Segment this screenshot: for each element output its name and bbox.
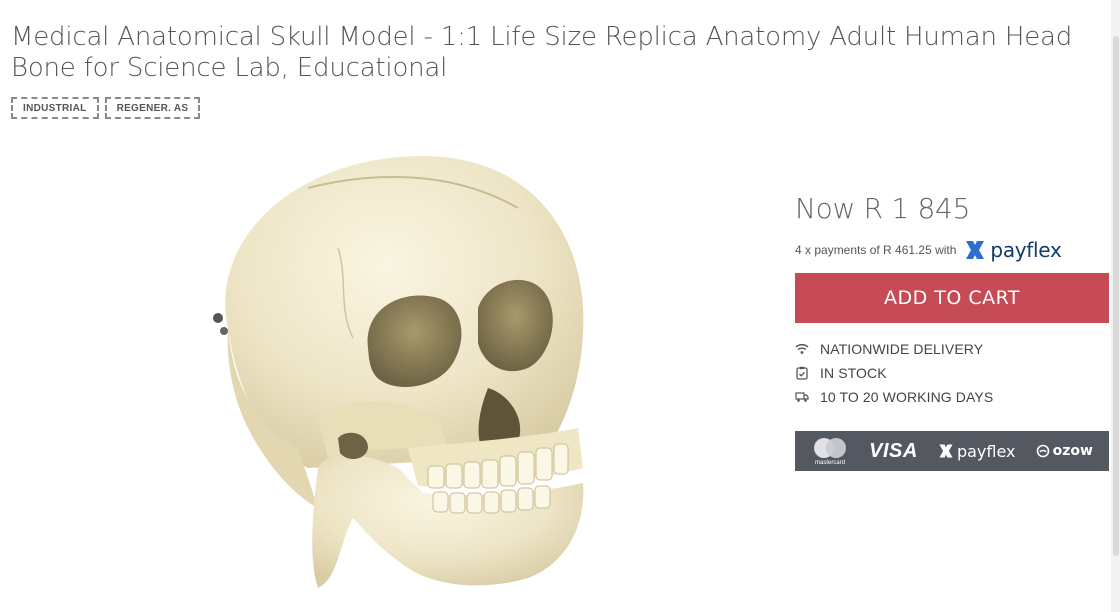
mastercard-icon: [814, 437, 847, 458]
product-title: Medical Anatomical Skull Model - 1:1 Lif…: [11, 22, 1073, 83]
feature-working-days: 10 TO 20 WORKING DAYS: [795, 385, 1109, 409]
ozow-icon: [1036, 444, 1049, 458]
mastercard-logo: mastercard: [811, 437, 849, 466]
payflex-brand-text: payflex: [990, 238, 1062, 262]
feature-stock: IN STOCK: [795, 361, 1109, 385]
clipboard-check-icon: [795, 366, 809, 380]
feature-label: NATIONWIDE DELIVERY: [820, 341, 984, 357]
tag-regener[interactable]: REGENER. AS: [104, 97, 201, 119]
payment-methods-bar: mastercard VISA payflex ozow: [795, 431, 1109, 471]
ozow-label: ozow: [1052, 443, 1093, 459]
payflex-payment-logo: payflex: [938, 442, 1016, 461]
vertical-scrollbar[interactable]: [1111, 0, 1120, 612]
tag-industrial[interactable]: INDUSTRIAL: [11, 97, 99, 119]
visa-logo: VISA: [869, 439, 918, 462]
feature-list: NATIONWIDE DELIVERY IN STOCK 10 TO 20 WO…: [795, 337, 1109, 409]
product-tags: INDUSTRIAL REGENER. AS: [11, 97, 201, 119]
ozow-logo: ozow: [1036, 443, 1093, 459]
mastercard-label: mastercard: [815, 459, 846, 466]
wifi-icon: [795, 342, 809, 356]
payflex-logo[interactable]: payflex: [964, 238, 1062, 262]
feature-delivery: NATIONWIDE DELIVERY: [795, 337, 1109, 361]
skull-product-image[interactable]: [188, 148, 598, 594]
price: Now R 1 845: [795, 192, 971, 225]
scrollbar-thumb[interactable]: [1113, 36, 1119, 556]
payflex-label: payflex: [956, 441, 1016, 461]
feature-label: IN STOCK: [820, 365, 887, 381]
buy-box: Now R 1 845 4 x payments of R 461.25 wit…: [795, 192, 1109, 471]
installments-text: 4 x payments of R 461.25 with: [795, 243, 957, 257]
add-to-cart-button[interactable]: ADD TO CART: [795, 273, 1109, 323]
payflex-icon: [939, 444, 953, 458]
installments-info: 4 x payments of R 461.25 with payflex: [795, 237, 1109, 263]
feature-label: 10 TO 20 WORKING DAYS: [820, 389, 994, 405]
payflex-icon: [966, 241, 985, 259]
truck-icon: [795, 390, 809, 404]
